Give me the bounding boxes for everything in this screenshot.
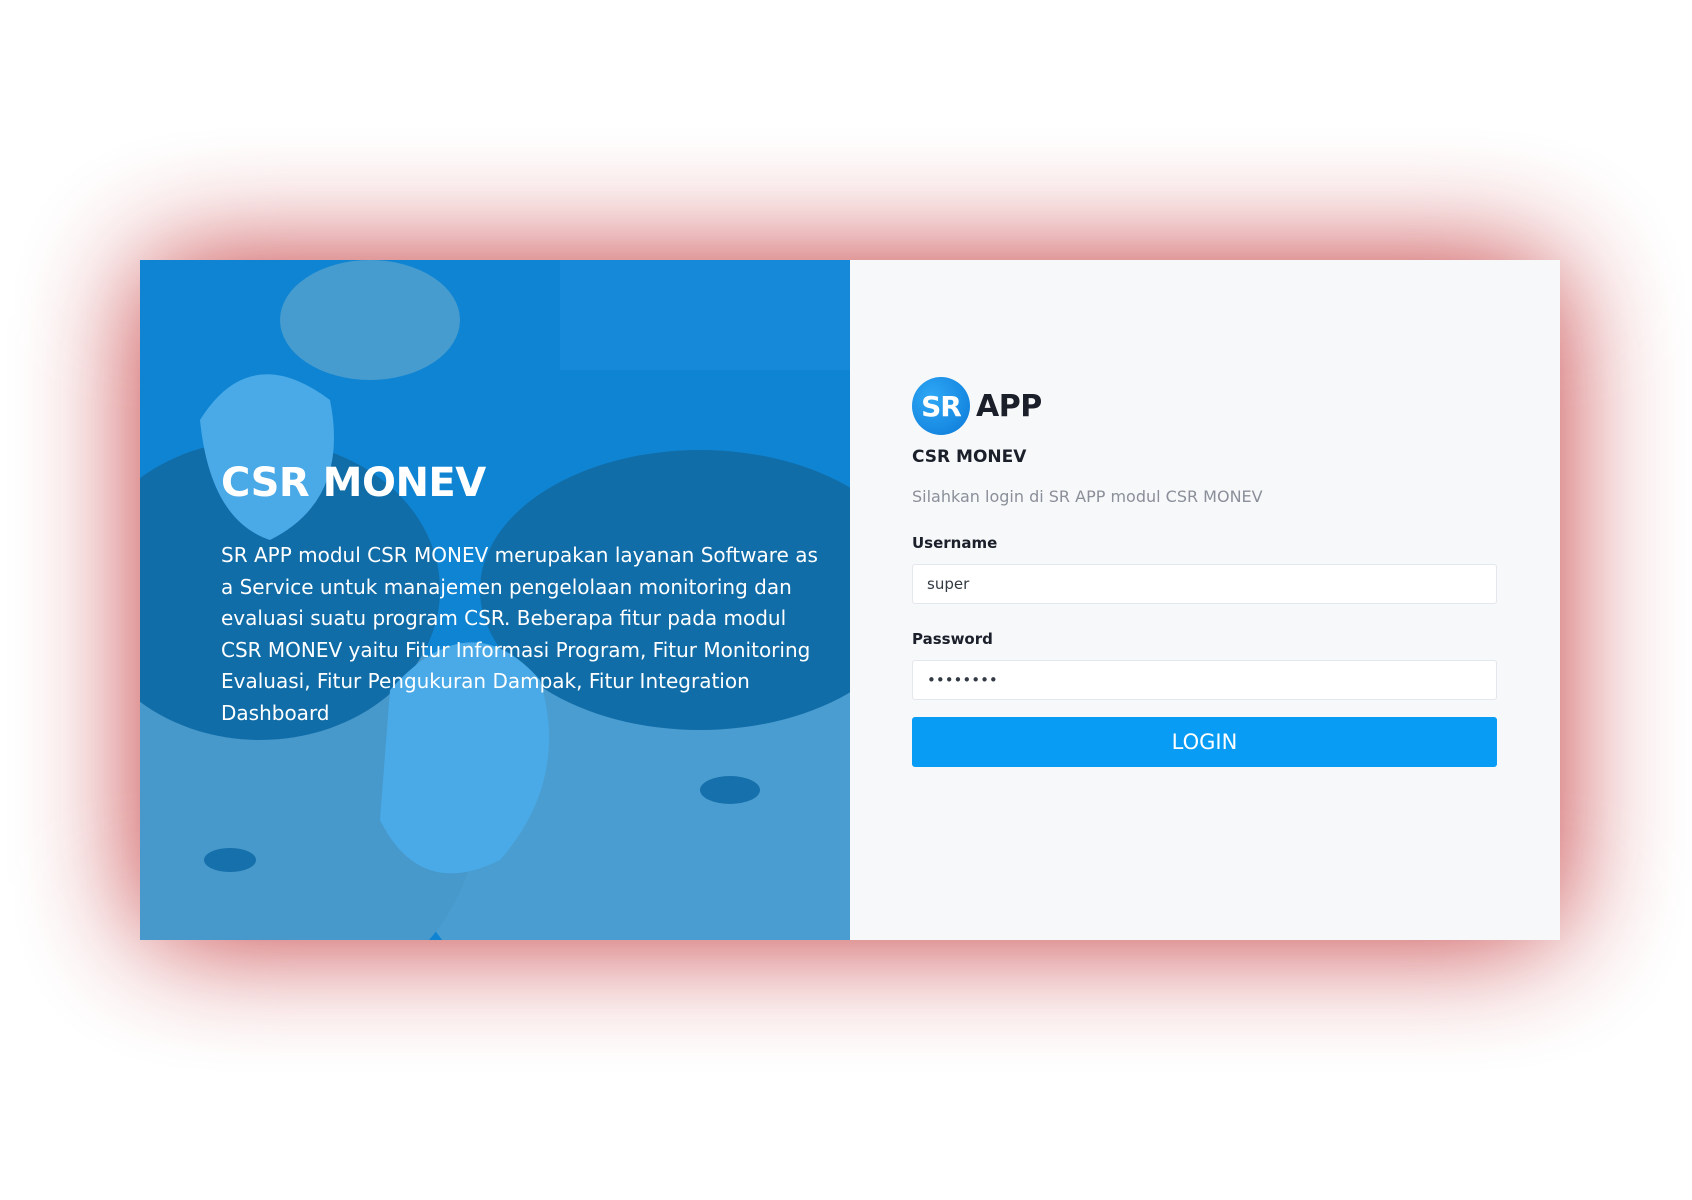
brand-badge: SR <box>912 377 970 435</box>
hero-description: SR APP modul CSR MONEV merupakan layanan… <box>221 543 818 725</box>
page: CSR MONEV SR APP modul CSR MONEV merupak… <box>0 0 1692 1200</box>
login-card: CSR MONEV SR APP modul CSR MONEV merupak… <box>140 260 1560 940</box>
password-label: Password <box>912 630 993 648</box>
username-input[interactable] <box>912 564 1497 604</box>
login-form: SR APP CSR MONEV Silahkan login di SR AP… <box>912 375 1497 767</box>
password-input[interactable] <box>912 660 1497 700</box>
brand-wordmark: APP <box>976 388 1042 424</box>
login-subtitle: Silahkan login di SR APP modul CSR MONEV <box>912 487 1263 506</box>
login-panel: SR APP CSR MONEV Silahkan login di SR AP… <box>850 260 1560 940</box>
module-name: CSR MONEV <box>912 447 1027 467</box>
login-button[interactable]: LOGIN <box>912 717 1497 767</box>
brand-logo: SR APP <box>912 375 1497 437</box>
hero-content: CSR MONEV SR APP modul CSR MONEV merupak… <box>221 460 821 729</box>
username-label: Username <box>912 534 998 552</box>
hero-title: CSR MONEV <box>221 460 486 506</box>
hero-panel: CSR MONEV SR APP modul CSR MONEV merupak… <box>140 260 850 940</box>
